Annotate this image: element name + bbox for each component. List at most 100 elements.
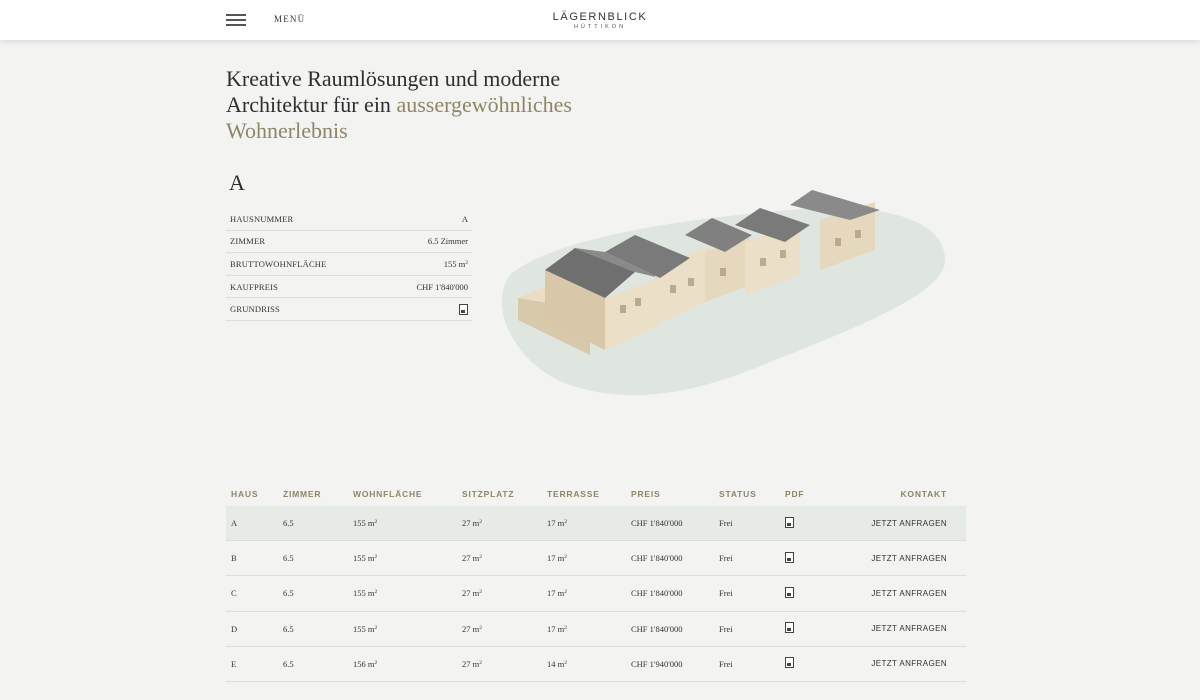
cell-status: Frei [719, 588, 733, 599]
unit-superscript: 2 [374, 659, 378, 666]
col-kontakt: KONTAKT [900, 489, 947, 499]
cell-preis: CHF 1'840'000 [631, 553, 683, 564]
cell-value: 17 m [547, 553, 565, 564]
page-headline: Kreative Raumlösungen und moderne Archit… [226, 66, 686, 144]
col-wohnflaeche[interactable]: WOHNFLÄCHE [353, 489, 462, 499]
col-haus[interactable]: HAUS [226, 489, 283, 499]
col-status[interactable]: STATUS [719, 489, 785, 499]
cell-value: 156 m [353, 658, 375, 669]
detail-label: HAUSNUMMER [230, 213, 294, 224]
cell-haus: C [231, 588, 237, 599]
detail-value: 6.5 Zimmer [427, 236, 468, 247]
cell-terrasse: 17 m2 [547, 588, 631, 598]
unit-superscript: 2 [465, 259, 468, 266]
unit-superscript: 2 [479, 624, 482, 631]
cell-value: 17 m [547, 518, 565, 529]
cell-value: 27 m [462, 623, 480, 634]
cell-haus: E [231, 658, 237, 669]
detail-row-hausnummer: HAUSNUMMER A [226, 208, 472, 231]
unit-superscript: 2 [564, 624, 567, 631]
col-preis[interactable]: PREIS [631, 489, 719, 499]
cell-haus: A [231, 518, 238, 529]
cell-preis: CHF 1'840'000 [631, 518, 683, 529]
table-row[interactable]: A 6.5 155 m2 27 m2 17 m2 CHF 1'840'000 F… [226, 506, 966, 542]
pdf-icon[interactable] [785, 622, 794, 634]
cell-zimmer: 6.5 [283, 623, 294, 634]
cell-zimmer: 6.5 [283, 518, 294, 529]
col-pdf: PDF [785, 489, 805, 499]
pdf-icon[interactable] [785, 657, 794, 669]
cell-status: Frei [719, 658, 733, 669]
logo-main-text: LÄGERNBLICK [552, 11, 648, 23]
cell-preis: CHF 1'940'000 [631, 658, 683, 669]
pdf-icon[interactable] [785, 586, 794, 598]
house-listing-table: HAUS ZIMMER WOHNFLÄCHE SITZPLATZ TERRASS… [226, 482, 966, 682]
cell-terrasse: 17 m2 [547, 553, 631, 563]
cell-sitzplatz: 27 m2 [462, 518, 547, 528]
cell-wohnflaeche: 156 m2 [353, 659, 462, 669]
detail-row-kaufpreis: KAUFPREIS CHF 1'840'000 [226, 276, 472, 299]
detail-label: GRUNDRISS [230, 304, 280, 315]
floorplan-pdf-icon[interactable] [459, 303, 468, 315]
cell-pdf [785, 657, 845, 670]
logo-sub-text: HÜTTIKON [573, 24, 627, 30]
unit-superscript: 2 [374, 554, 378, 561]
cell-pdf [785, 516, 845, 530]
cell-wohnflaeche: 155 m2 [353, 518, 462, 528]
cell-preis: CHF 1'840'000 [631, 623, 683, 634]
cell-status: Frei [719, 623, 733, 634]
table-row[interactable]: B 6.5 155 m2 27 m2 17 m2 CHF 1'840'000 F… [226, 541, 966, 577]
cell-pdf [785, 622, 845, 635]
cell-zimmer: 6.5 [283, 588, 294, 599]
cell-sitzplatz: 27 m2 [462, 588, 547, 598]
col-zimmer[interactable]: ZIMMER [283, 489, 353, 499]
cell-value: 17 m [547, 623, 565, 634]
house-detail-table: HAUSNUMMER A ZIMMER 6.5 Zimmer BRUTTOWOH… [226, 208, 472, 321]
detail-value: A [461, 213, 468, 224]
cell-pdf [785, 586, 845, 600]
unit-superscript: 2 [564, 589, 567, 596]
headline-line-2b: aussergewöhnliches [396, 92, 572, 117]
contact-link[interactable]: JETZT ANFRAGEN [845, 624, 966, 633]
col-terrasse[interactable]: TERRASSE [547, 489, 631, 499]
cell-terrasse: 17 m2 [547, 624, 631, 634]
cell-pdf [785, 551, 845, 565]
detail-label: ZIMMER [230, 236, 266, 247]
headline-line-2a: Architektur für ein [226, 92, 397, 117]
unit-superscript: 2 [479, 519, 482, 526]
cell-value: 27 m [462, 588, 480, 599]
contact-link[interactable]: JETZT ANFRAGEN [845, 519, 966, 528]
unit-superscript: 2 [479, 554, 482, 561]
cell-zimmer: 6.5 [283, 658, 294, 669]
detail-row-grundriss: GRUNDRISS [226, 298, 472, 321]
contact-link[interactable]: JETZT ANFRAGEN [845, 554, 966, 563]
detail-label: KAUFPREIS [230, 281, 279, 292]
table-row[interactable]: D 6.5 155 m2 27 m2 17 m2 CHF 1'840'000 F… [226, 612, 966, 647]
pdf-icon[interactable] [785, 551, 794, 563]
unit-superscript: 2 [479, 659, 482, 666]
cell-value: 155 m [353, 623, 375, 634]
cell-wohnflaeche: 155 m2 [353, 624, 462, 634]
contact-link[interactable]: JETZT ANFRAGEN [845, 659, 966, 668]
site-logo[interactable]: LÄGERNBLICK HÜTTIKON [0, 11, 1200, 30]
cell-value: 27 m [462, 658, 480, 669]
cell-haus: B [231, 553, 237, 564]
contact-link[interactable]: JETZT ANFRAGEN [845, 589, 966, 598]
cell-sitzplatz: 27 m2 [462, 659, 547, 669]
unit-superscript: 2 [374, 624, 378, 631]
table-row[interactable]: E 6.5 156 m2 27 m2 14 m2 CHF 1'940'000 F… [226, 647, 966, 682]
cell-value: 155 m [353, 553, 375, 564]
pdf-icon[interactable] [785, 516, 794, 528]
unit-superscript: 2 [479, 589, 482, 596]
unit-superscript: 2 [564, 659, 567, 666]
detail-label: BRUTTOWOHNFLÄCHE [230, 258, 327, 269]
cell-terrasse: 17 m2 [547, 518, 631, 528]
headline-line-1: Kreative Raumlösungen und moderne [226, 66, 561, 91]
headline-line-3: Wohnerlebnis [226, 118, 348, 143]
building-3d-illustration[interactable] [490, 180, 960, 410]
cell-value: 155 m [353, 588, 375, 599]
table-row[interactable]: C 6.5 155 m2 27 m2 17 m2 CHF 1'840'000 F… [226, 576, 966, 612]
cell-haus: D [231, 623, 238, 634]
unit-superscript: 2 [374, 589, 378, 596]
col-sitzplatz[interactable]: SITZPLATZ [462, 489, 547, 499]
